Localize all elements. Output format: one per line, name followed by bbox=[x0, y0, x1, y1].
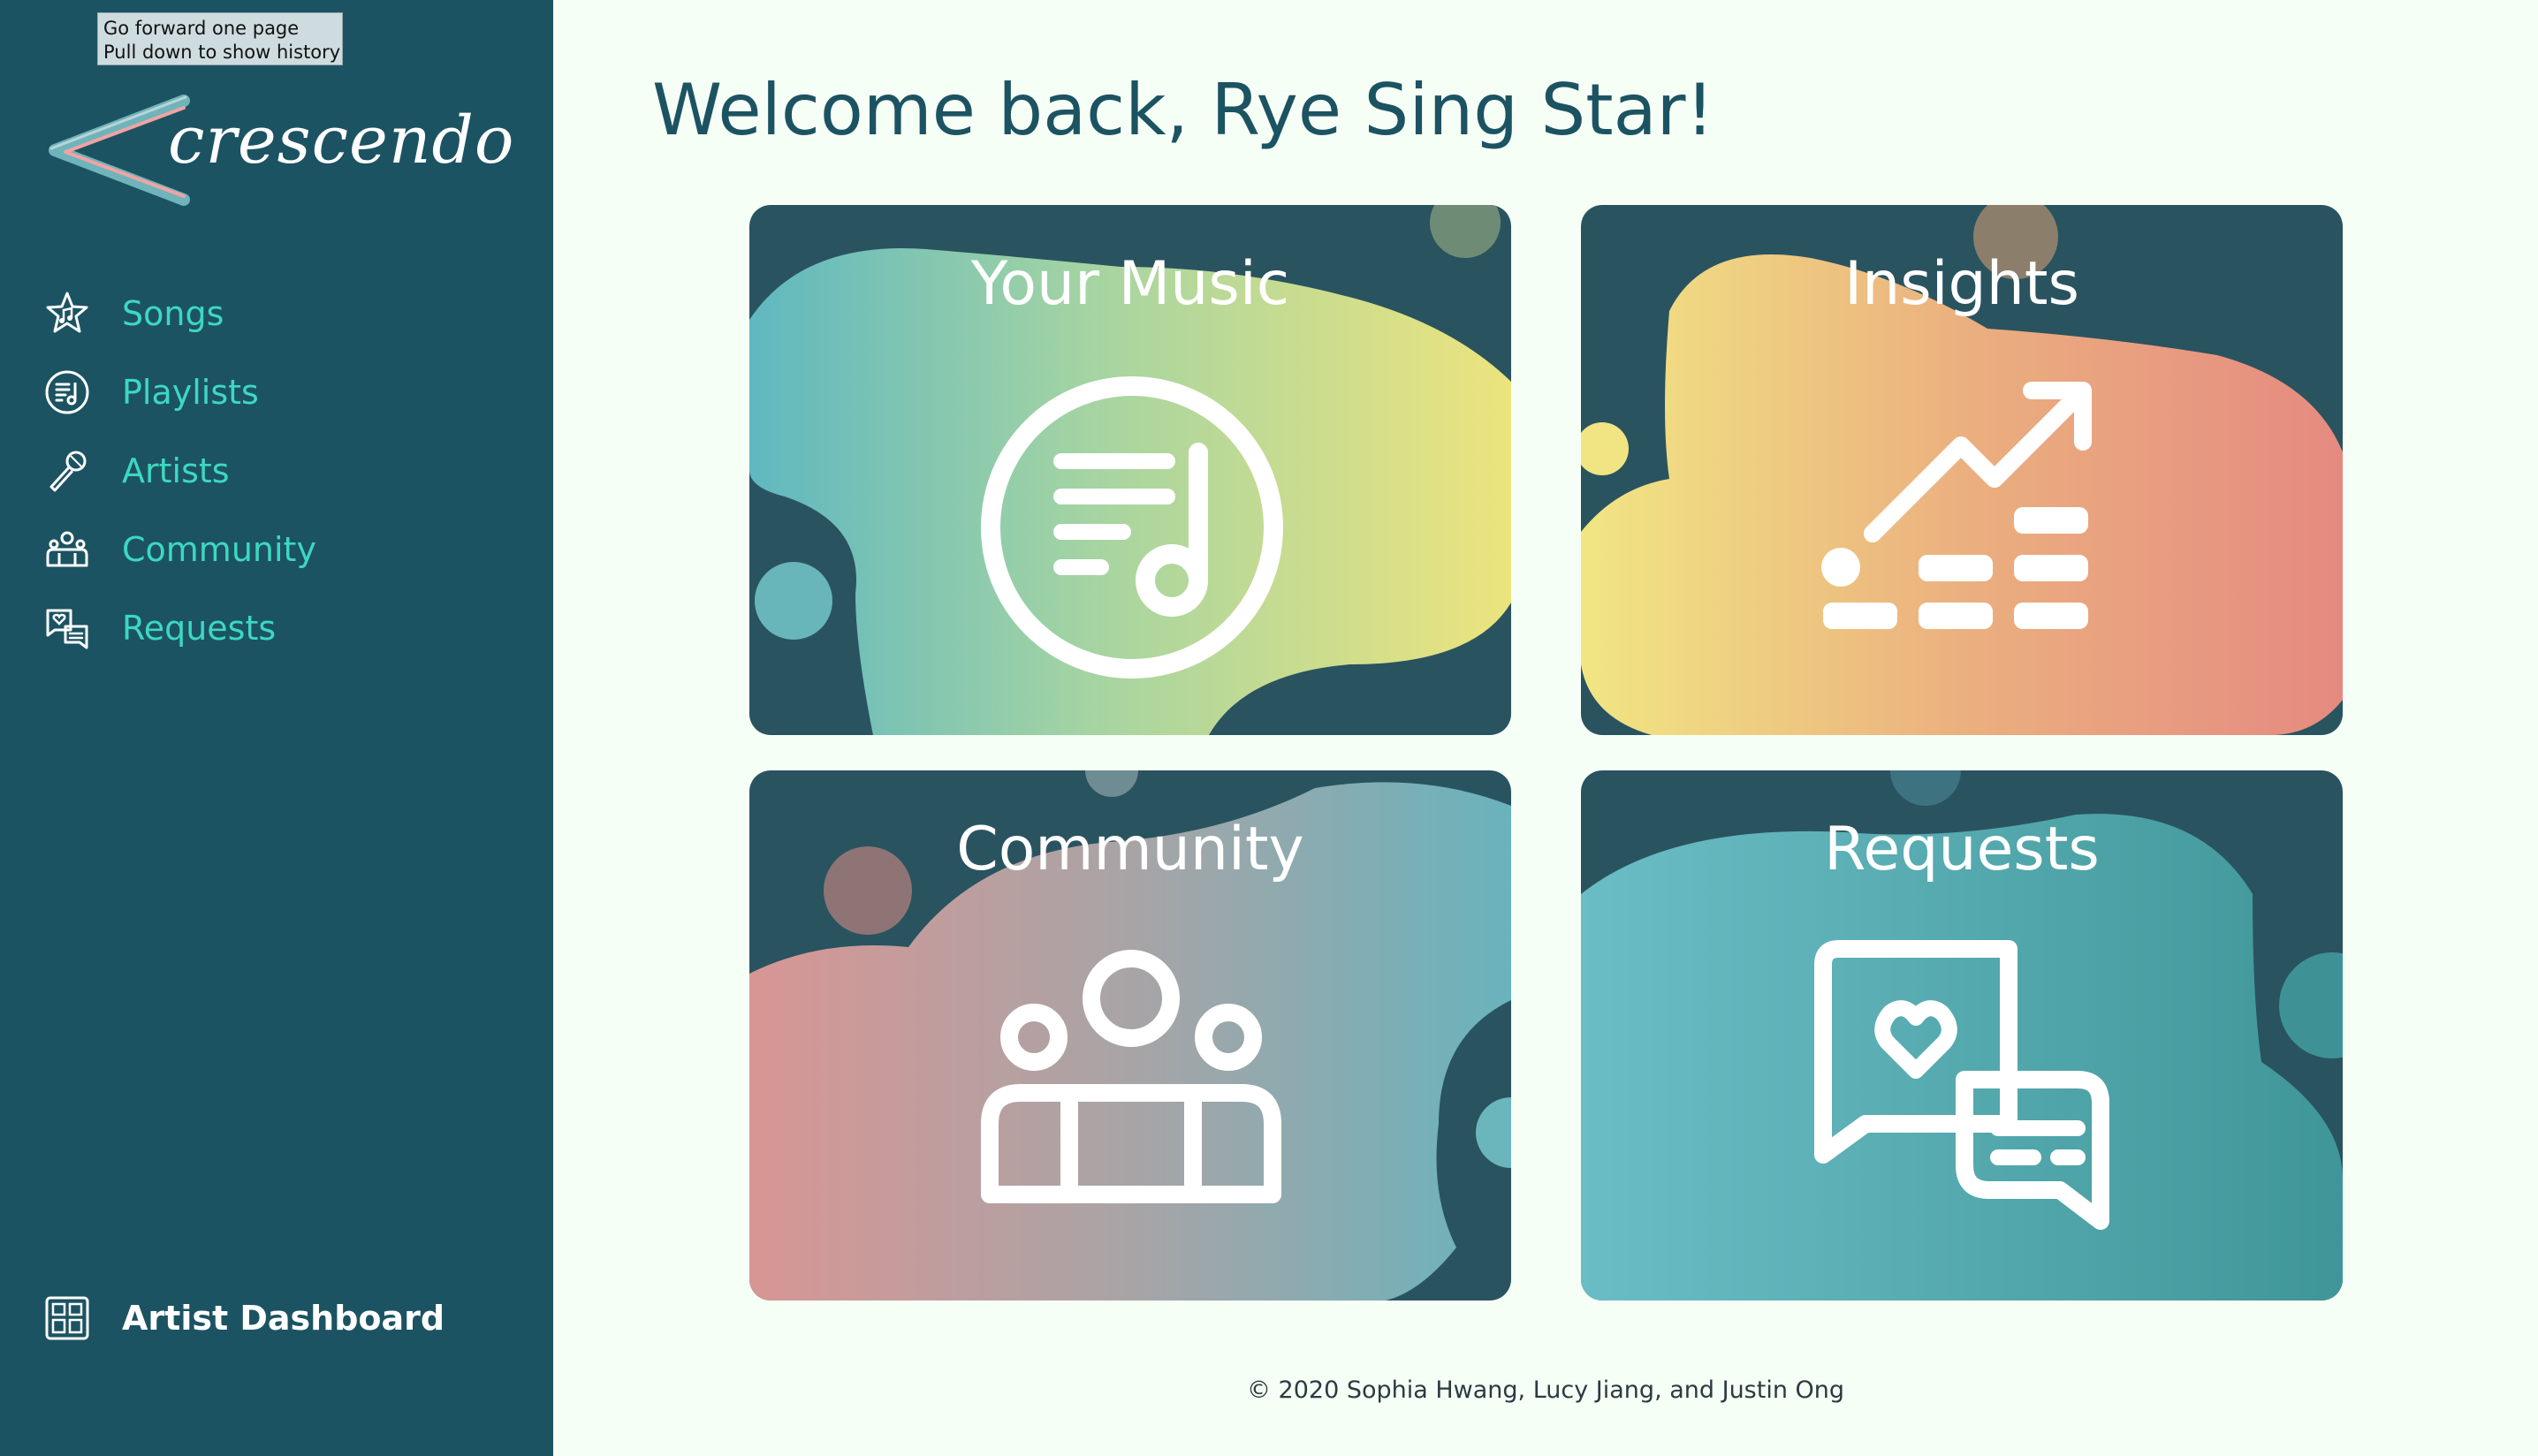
playlist-icon bbox=[42, 368, 92, 417]
sidebar-item-artists[interactable]: Artists bbox=[42, 431, 316, 510]
sidebar-item-label: Songs bbox=[122, 293, 224, 333]
card-title: Insights bbox=[1844, 249, 2079, 319]
sidebar-item-community[interactable]: Community bbox=[42, 510, 316, 588]
card-title: Requests bbox=[1824, 815, 2100, 884]
dashboard-icon bbox=[42, 1293, 92, 1343]
back-forward-tooltip: Go forward one page Pull down to show hi… bbox=[97, 12, 343, 65]
tooltip-line-2: Pull down to show history bbox=[103, 42, 341, 63]
microphone-icon bbox=[42, 446, 92, 496]
playlist-icon bbox=[977, 373, 1287, 686]
sidebar-item-playlists[interactable]: Playlists bbox=[42, 353, 316, 431]
card-insights[interactable]: Insights bbox=[1581, 205, 2343, 735]
sidebar-item-label: Requests bbox=[122, 608, 277, 648]
sidebar: Go forward one page Pull down to show hi… bbox=[0, 0, 553, 1456]
sidebar-item-label: Community bbox=[122, 529, 316, 569]
sidebar-item-songs[interactable]: Songs bbox=[42, 274, 316, 353]
sidebar-item-label: Playlists bbox=[122, 372, 259, 412]
page-title: Welcome back, Rye Sing Star! bbox=[652, 69, 1714, 151]
star-music-icon bbox=[42, 289, 92, 338]
footer-copyright: © 2020 Sophia Hwang, Lucy Jiang, and Jus… bbox=[1246, 1376, 1845, 1404]
card-requests[interactable]: Requests bbox=[1581, 770, 2343, 1301]
people-icon bbox=[42, 525, 92, 574]
people-icon bbox=[981, 938, 1281, 1207]
card-your-music[interactable]: Your Music bbox=[749, 205, 1511, 735]
chat-heart-icon bbox=[1812, 938, 2113, 1242]
artist-dashboard-label: Artist Dashboard bbox=[122, 1299, 445, 1338]
tooltip-line-1: Go forward one page bbox=[103, 18, 300, 39]
sidebar-item-label: Artists bbox=[122, 451, 230, 490]
card-title: Community bbox=[956, 815, 1304, 884]
artist-dashboard-link[interactable]: Artist Dashboard bbox=[42, 1293, 445, 1343]
chat-heart-icon bbox=[42, 603, 92, 653]
card-title: Your Music bbox=[970, 249, 1290, 319]
crescendo-logo[interactable]: crescendo bbox=[44, 88, 513, 212]
sidebar-item-requests[interactable]: Requests bbox=[42, 588, 316, 667]
trend-chart-icon bbox=[1820, 373, 2102, 659]
card-community[interactable]: Community bbox=[749, 770, 1511, 1301]
logo-text: crescendo bbox=[168, 102, 515, 178]
sidebar-nav: Songs Playlists Artists Community Reques… bbox=[42, 274, 316, 667]
